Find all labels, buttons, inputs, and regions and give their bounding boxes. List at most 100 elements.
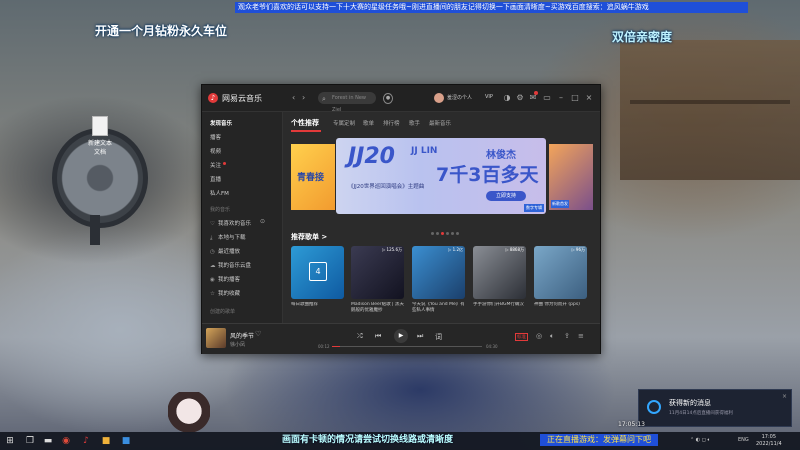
previous-icon[interactable]: ⏮: [375, 332, 381, 341]
minimize-icon[interactable]: –: [556, 93, 566, 103]
banner-pagination[interactable]: [430, 220, 460, 239]
playlist-card[interactable]: ▷ 1.2亿 今天说《You and Me》有些私人事情: [412, 246, 465, 314]
tab-custom[interactable]: 专属定制: [333, 119, 355, 127]
live-game-banner: 正在直播游戏：发弹幕问下吧: [540, 434, 658, 446]
playlist-caption: Madison Beer贴歌 | 黑天鹅般的优雅魔抄: [351, 302, 404, 313]
tab-new-music[interactable]: 最新音乐: [429, 119, 451, 127]
time-current: 00:12: [318, 344, 330, 349]
banner-prev-slide[interactable]: 青春接: [291, 144, 335, 210]
close-icon[interactable]: ×: [584, 93, 594, 103]
volume-icon[interactable]: 🔈︎: [550, 332, 554, 341]
playlist-cover: 4: [291, 246, 344, 299]
app-logo-icon: ♪: [208, 93, 218, 103]
sidebar-item-live[interactable]: 直播: [210, 175, 221, 183]
pager-dot[interactable]: [446, 232, 449, 235]
pager-dot[interactable]: [436, 232, 439, 235]
tab-personal[interactable]: 个性推荐: [291, 118, 319, 128]
sidebar-item-recent[interactable]: ◷ 最近播放: [210, 247, 240, 255]
sidebar-item-liked[interactable]: ♡ 我喜欢的音乐: [210, 219, 251, 227]
play-count: ▷ 125.6万: [382, 247, 402, 252]
sidebar-item-fm[interactable]: 私人FM: [210, 189, 229, 197]
playlist-card[interactable]: ▷ 96万 神曲 你为何而开 (pps): [534, 246, 587, 314]
pager-dot-active[interactable]: [441, 232, 444, 235]
sidebar-item-cloud[interactable]: ☁ 我的音乐云盘: [210, 261, 251, 269]
notification-toast[interactable]: 获得新的消息 11月4日14点后直播间获得福利 ×: [638, 389, 792, 427]
sidebar-item-my-podcast[interactable]: ◉ 我的播客: [210, 275, 240, 283]
tab-chart[interactable]: 排行榜: [383, 119, 400, 127]
back-arrow-icon[interactable]: ‹: [292, 93, 295, 102]
now-playing-cover[interactable]: [206, 328, 226, 348]
quality-badge[interactable]: 标准: [515, 333, 528, 341]
language-indicator[interactable]: ENG: [738, 437, 749, 443]
mini-mode-icon[interactable]: ▭: [542, 93, 552, 103]
now-playing-title[interactable]: 风的季节: [230, 331, 254, 340]
text-file-icon: [92, 116, 108, 136]
lyrics-icon[interactable]: 词: [435, 332, 442, 342]
progress-fill: [332, 346, 340, 347]
bookshelf: [620, 40, 800, 180]
play-button[interactable]: ▶: [394, 329, 408, 343]
sidebar-item-local[interactable]: ⤓ 本地与下载: [210, 233, 246, 242]
user-avatar[interactable]: [434, 93, 444, 103]
pager-dot[interactable]: [456, 232, 459, 235]
banner-main[interactable]: JJ20 JJ LIN 林俊杰 7千3百多天 《JJ20世界巡回演唱会》主题曲 …: [336, 138, 546, 214]
playlist-card[interactable]: 4 每日歌曲推荐: [291, 246, 344, 314]
desktop-file-icon[interactable]: 新建文本文档: [86, 116, 114, 156]
app-icon[interactable]: ■: [120, 435, 132, 447]
shuffle-icon[interactable]: ⤮: [357, 332, 363, 341]
banner-artist-cn: 林俊杰: [486, 150, 516, 161]
chrome-icon[interactable]: ◉: [60, 435, 72, 447]
playlist-icon[interactable]: ≡: [578, 332, 584, 340]
next-icon[interactable]: ⏭: [417, 332, 423, 341]
sidebar-section-my-music: 我的音乐: [210, 207, 231, 213]
netease-music-icon[interactable]: ♪: [80, 435, 92, 447]
sidebar-item-my-podcast-label: 我的播客: [218, 277, 241, 283]
recommend-title[interactable]: 推荐歌单 >: [291, 232, 327, 242]
file-explorer-icon[interactable]: ▬: [42, 435, 54, 447]
banner-support-button[interactable]: 立即支持: [486, 191, 526, 201]
settings-gear-icon[interactable]: ⚙: [515, 93, 525, 103]
banner-title: JJ20: [348, 144, 395, 169]
tab-playlist[interactable]: 歌单: [363, 119, 374, 127]
maximize-icon[interactable]: □: [570, 93, 580, 103]
forward-arrow-icon[interactable]: ›: [302, 93, 305, 102]
app-icon[interactable]: ■: [100, 435, 112, 447]
mail-notification-dot: [534, 91, 538, 95]
sidebar-item-podcast[interactable]: 播客: [210, 133, 221, 141]
playlist-caption: 今天说《You and Me》有些私人事情: [412, 302, 465, 313]
playlist-caption: 手手游你们开BGM行确汉: [473, 302, 524, 307]
tab-artist[interactable]: 歌手: [409, 119, 420, 127]
progress-bar[interactable]: [332, 346, 482, 347]
task-view-icon[interactable]: ❐: [24, 435, 36, 447]
sidebar-item-discover[interactable]: 发现音乐: [210, 119, 232, 127]
share-icon[interactable]: ⇪: [564, 332, 570, 340]
playlist-caption: 每日歌曲推荐: [291, 302, 318, 307]
vip-badge[interactable]: VIP: [485, 94, 493, 100]
now-playing-artist[interactable]: 徐小凤: [230, 341, 245, 348]
skin-icon[interactable]: ◑: [502, 93, 512, 103]
sidebar-item-follow[interactable]: 关注: [210, 161, 227, 169]
close-icon[interactable]: ×: [782, 393, 787, 400]
sound-effect-icon[interactable]: ◎: [536, 332, 542, 340]
notification-title: 获得新的消息: [669, 399, 711, 407]
microphone-icon[interactable]: ●: [383, 93, 393, 104]
stream-caption: 画面有卡顿的情况请尝试切换线路或清晰度: [282, 435, 454, 445]
heart-mode-icon[interactable]: ⊙: [260, 218, 265, 225]
sidebar-item-collection[interactable]: ☆ 我的收藏: [210, 289, 240, 297]
playlist-cover: ▷ 96万: [534, 246, 587, 299]
sidebar-item-cloud-label: 我的音乐云盘: [218, 263, 252, 269]
tab-active-indicator: [291, 130, 321, 132]
tray-icons[interactable]: ⌃ ◐ ◻ 🔈︎: [690, 437, 710, 443]
pager-dot[interactable]: [431, 232, 434, 235]
start-windows-icon[interactable]: ⊞: [4, 435, 16, 447]
search-input[interactable]: ⌕ Forest in New Ziel: [318, 92, 376, 113]
banner-next-tag: 新歌首发: [551, 200, 569, 208]
playlist-card[interactable]: ▷ 8868万 手手游你们开BGM行确汉: [473, 246, 526, 314]
pager-dot[interactable]: [451, 232, 454, 235]
like-heart-icon[interactable]: ♡: [255, 330, 261, 338]
user-name[interactable]: 羞涩の个人: [447, 94, 472, 101]
playlist-card[interactable]: ▷ 125.6万 Madison Beer贴歌 | 黑天鹅般的优雅魔抄: [351, 246, 404, 314]
taskbar-clock[interactable]: 17:05 2022/11/4: [756, 434, 782, 448]
banner-next-slide[interactable]: 新歌首发: [549, 144, 593, 210]
sidebar-item-video[interactable]: 视频: [210, 147, 221, 155]
